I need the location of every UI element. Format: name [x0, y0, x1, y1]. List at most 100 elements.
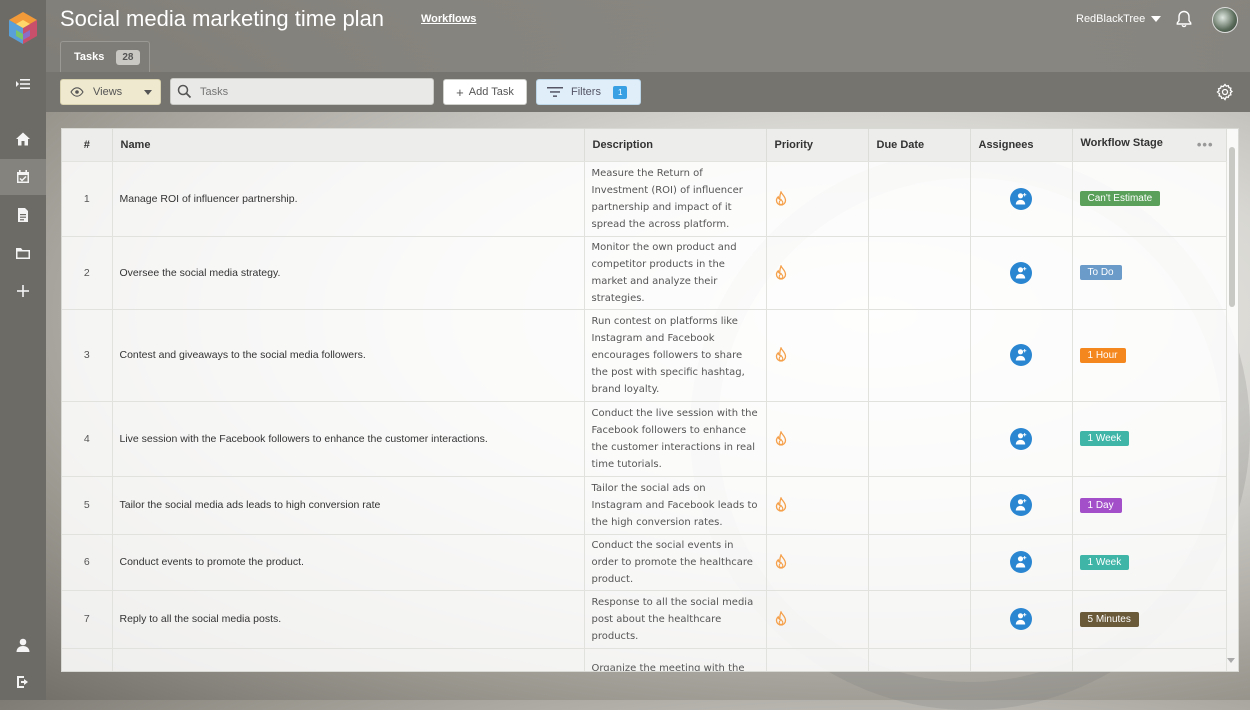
workflow-stage-cell[interactable]: Can't Estimate: [1072, 161, 1227, 237]
assignee-avatar[interactable]: [1010, 494, 1032, 516]
priority-cell[interactable]: [766, 534, 869, 591]
assignee-avatar[interactable]: [1010, 551, 1032, 573]
table-row[interactable]: 4 Live session with the Facebook follower…: [62, 401, 1227, 477]
priority-cell[interactable]: [766, 401, 869, 477]
flame-priority-icon[interactable]: [774, 611, 788, 627]
assignee-avatar[interactable]: [1010, 187, 1032, 210]
workflow-stage-cell[interactable]: 1 Week: [1072, 401, 1227, 477]
task-name[interactable]: Schedule a meeting with the customers to…: [112, 648, 585, 671]
priority-cell[interactable]: [766, 476, 869, 535]
column-header-description[interactable]: Description: [584, 129, 767, 162]
due-date-cell[interactable]: [868, 309, 971, 402]
user-profile-icon[interactable]: [0, 627, 46, 663]
column-header-assignees[interactable]: Assignees: [970, 129, 1073, 162]
assignee-avatar[interactable]: [1010, 261, 1032, 284]
assignees-cell[interactable]: [970, 534, 1073, 591]
workflows-link[interactable]: Workflows: [421, 13, 476, 25]
logout-icon[interactable]: [0, 664, 46, 700]
due-date-cell[interactable]: [868, 476, 971, 535]
stage-badge[interactable]: 5 Minutes: [1079, 611, 1139, 627]
table-row[interactable]: 8Schedule a meeting with the customers t…: [62, 648, 1227, 671]
vertical-scrollbar[interactable]: [1225, 135, 1237, 669]
flame-priority-icon[interactable]: [774, 554, 788, 570]
tab-tasks[interactable]: Tasks 28: [60, 41, 150, 72]
priority-cell[interactable]: [766, 161, 869, 237]
assignees-cell[interactable]: [970, 648, 1073, 671]
stage-badge[interactable]: 1 Week: [1079, 554, 1130, 570]
assignees-cell[interactable]: [970, 309, 1073, 402]
more-options-icon[interactable]: •••: [1197, 137, 1214, 152]
due-date-cell[interactable]: [868, 648, 971, 671]
table-row[interactable]: 6 Conduct events to promote the product. C…: [62, 534, 1227, 591]
workflow-stage-cell[interactable]: 1 Hour: [1072, 648, 1227, 671]
home-icon[interactable]: [0, 121, 46, 157]
table-row[interactable]: 7 Reply to all the social media posts. Res…: [62, 590, 1227, 649]
table-row[interactable]: 1 Manage ROI of influencer partnership. Me…: [62, 161, 1227, 237]
due-date-cell[interactable]: [868, 590, 971, 649]
assignees-cell[interactable]: [970, 401, 1073, 477]
flame-priority-icon[interactable]: [774, 430, 788, 447]
search-box[interactable]: [170, 78, 434, 105]
stage-badge[interactable]: 1 Day: [1079, 497, 1122, 513]
stage-badge[interactable]: Can't Estimate: [1079, 191, 1161, 206]
workflow-stage-cell[interactable]: To Do: [1072, 236, 1227, 310]
workflow-stage-cell[interactable]: 1 Week: [1072, 534, 1227, 591]
task-name[interactable]: Manage ROI of influencer partnership.: [112, 161, 585, 237]
collapse-menu-icon[interactable]: [0, 66, 46, 102]
table-row[interactable]: 3 Contest and giveaways to the social med…: [62, 309, 1227, 402]
stage-badge[interactable]: To Do: [1079, 265, 1122, 280]
scrollbar-thumb[interactable]: [1229, 147, 1235, 307]
workflow-stage-cell[interactable]: 5 Minutes: [1072, 590, 1227, 649]
folder-icon[interactable]: [0, 235, 46, 271]
notification-bell-icon[interactable]: [1174, 9, 1194, 29]
add-icon[interactable]: [0, 273, 46, 309]
task-name[interactable]: Live session with the Facebook followers…: [112, 401, 585, 477]
flame-priority-icon[interactable]: [774, 497, 788, 513]
assignees-cell[interactable]: [970, 590, 1073, 649]
search-input[interactable]: [198, 84, 422, 99]
flame-priority-icon[interactable]: [774, 190, 788, 207]
flame-priority-icon[interactable]: [774, 347, 788, 363]
views-dropdown[interactable]: Views: [60, 79, 161, 105]
user-menu[interactable]: RedBlackTree: [1076, 13, 1162, 25]
priority-cell[interactable]: [766, 309, 869, 402]
assignees-cell[interactable]: [970, 161, 1073, 237]
task-name[interactable]: Conduct events to promote the product.: [112, 534, 585, 591]
task-name[interactable]: Contest and giveaways to the social medi…: [112, 309, 585, 402]
assignees-cell[interactable]: [970, 236, 1073, 310]
add-task-button[interactable]: + Add Task: [443, 79, 527, 105]
assignee-avatar[interactable]: [1010, 344, 1032, 366]
column-header-name[interactable]: Name: [112, 129, 585, 162]
due-date-cell[interactable]: [868, 236, 971, 310]
due-date-cell[interactable]: [868, 401, 971, 477]
table-row[interactable]: 2 Oversee the social media strategy. Monit…: [62, 236, 1227, 310]
priority-cell[interactable]: [766, 590, 869, 649]
avatar[interactable]: [1212, 7, 1238, 33]
assignee-avatar[interactable]: [1010, 427, 1032, 450]
stage-badge[interactable]: 1 Hour: [1079, 347, 1126, 363]
document-icon[interactable]: [0, 197, 46, 233]
task-name[interactable]: Reply to all the social media posts.: [112, 590, 585, 649]
task-name[interactable]: Oversee the social media strategy.: [112, 236, 585, 310]
due-date-cell[interactable]: [868, 534, 971, 591]
app-logo-icon[interactable]: [6, 10, 40, 46]
gear-icon[interactable]: [1216, 83, 1234, 101]
task-name[interactable]: Tailor the social media ads leads to hig…: [112, 476, 585, 535]
column-header-due-date[interactable]: Due Date: [868, 129, 971, 162]
table-row[interactable]: 5 Tailor the social media ads leads to hi…: [62, 476, 1227, 535]
tasks-calendar-icon[interactable]: [0, 159, 46, 195]
filters-button[interactable]: Filters 1: [536, 79, 641, 105]
priority-cell[interactable]: [766, 648, 869, 671]
due-date-cell[interactable]: [868, 161, 971, 237]
stage-badge[interactable]: 1 Week: [1079, 431, 1130, 446]
assignees-cell[interactable]: [970, 476, 1073, 535]
workflow-stage-cell[interactable]: 1 Day: [1072, 476, 1227, 535]
flame-priority-icon[interactable]: [774, 264, 788, 281]
column-header-priority[interactable]: Priority: [766, 129, 869, 162]
workflow-stage-cell[interactable]: 1 Hour: [1072, 309, 1227, 402]
priority-cell[interactable]: [766, 236, 869, 310]
scroll-down-arrow-icon[interactable]: [1227, 658, 1235, 663]
column-header-number[interactable]: #: [62, 129, 113, 162]
column-header-workflow-stage[interactable]: Workflow Stage •••: [1072, 129, 1227, 162]
assignee-avatar[interactable]: [1010, 608, 1032, 630]
